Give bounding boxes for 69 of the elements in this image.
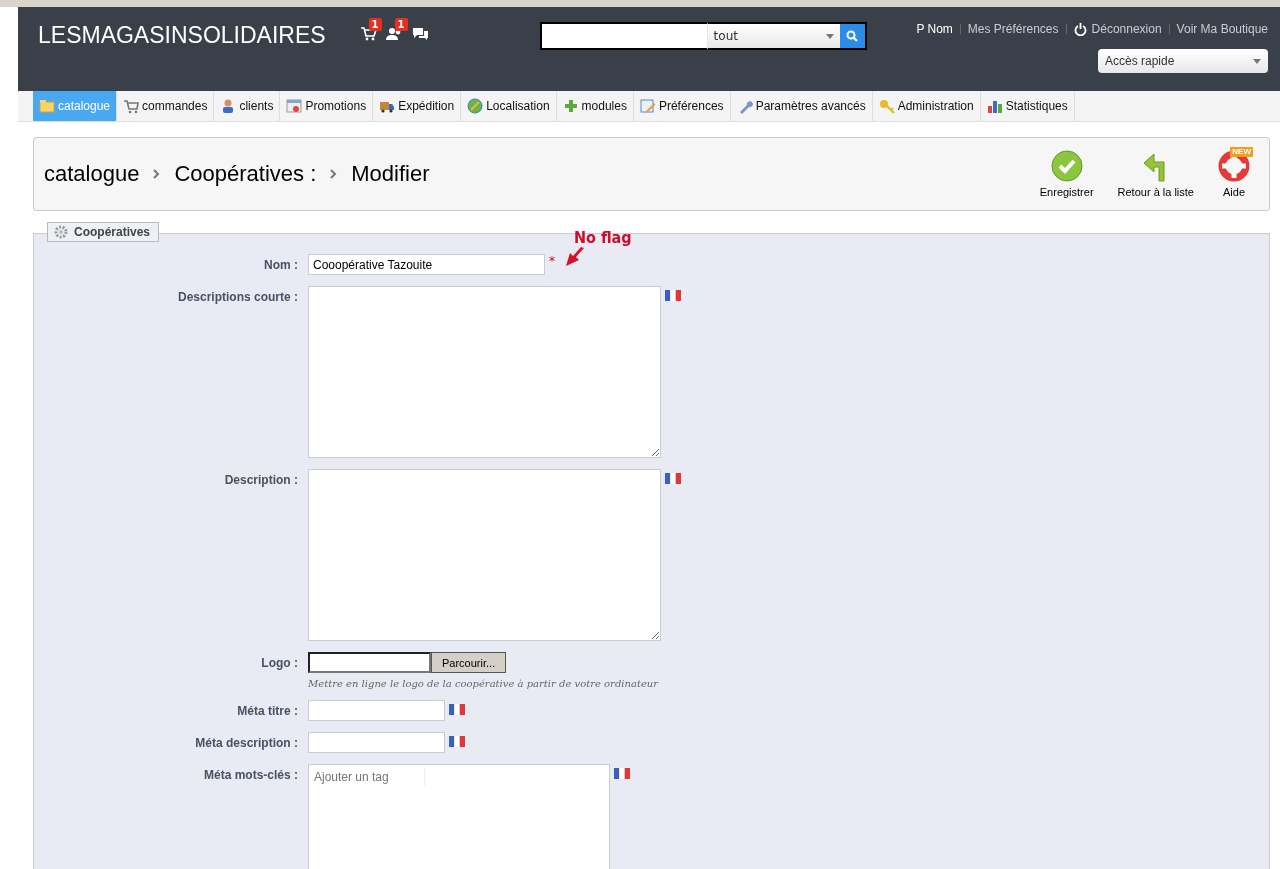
- menu-tab[interactable]: Localisation: [461, 91, 557, 121]
- annotation-text: No flag: [574, 228, 632, 247]
- menu-tab[interactable]: Préférences: [633, 91, 731, 121]
- menu-tab[interactable]: modules: [556, 91, 634, 121]
- menu-tab[interactable]: clients: [214, 91, 281, 121]
- count-badge: 1: [394, 18, 408, 31]
- field-label: Méta mots-clés :: [202, 767, 299, 782]
- pencil-icon: [639, 98, 656, 114]
- chat-icon[interactable]: [411, 27, 429, 41]
- flag-icon[interactable]: [449, 736, 465, 747]
- globe-icon: [467, 98, 484, 114]
- chevron-icon: [330, 169, 338, 179]
- folder-icon: [39, 98, 55, 114]
- header-link[interactable]: Mes Préférences: [967, 22, 1059, 36]
- flag-icon[interactable]: [449, 704, 465, 715]
- browse-button[interactable]: Parcourir...: [431, 652, 507, 673]
- puzzle-icon: [562, 98, 579, 114]
- bar-chart-icon: [986, 98, 1003, 114]
- toolbar-button[interactable]: NEW Aide: [1209, 150, 1259, 198]
- gear-icon: [54, 225, 68, 239]
- scope-dropdown[interactable]: tout: [707, 22, 840, 50]
- checkmark-icon: [1050, 150, 1083, 182]
- new-badge: NEW: [1230, 147, 1253, 157]
- card-icon: [286, 98, 303, 114]
- flag-icon[interactable]: [614, 768, 630, 779]
- cart-icon[interactable]: [359, 27, 377, 41]
- quick-access-dropdown[interactable]: Accès rapide: [1098, 49, 1268, 73]
- search-button[interactable]: [839, 22, 867, 50]
- search-icon: [846, 30, 859, 42]
- legend-text: Coopératives: [74, 225, 151, 239]
- breadcrumb-item[interactable]: Coopératives :: [174, 161, 317, 187]
- flag-icon[interactable]: [665, 473, 681, 484]
- breadcrumb-item[interactable]: catalogue: [44, 161, 140, 187]
- menu-tab[interactable]: commandes: [117, 91, 215, 121]
- field-label: Descriptions courte :: [176, 289, 299, 304]
- input-field[interactable]: [308, 732, 445, 753]
- key-icon: [878, 98, 895, 114]
- shop-name: LESMAGASINSOLIDAIRES: [38, 22, 326, 49]
- header-link[interactable]: Déconnexion: [1091, 22, 1162, 36]
- hint-text: Mettre en ligne le logo de la coopérative à partir de votre ordinateur: [308, 678, 659, 689]
- field-label: Logo :: [260, 655, 299, 670]
- field-label: Nom :: [263, 257, 299, 272]
- required-mark: *: [549, 254, 555, 268]
- chevron-icon: [153, 169, 161, 179]
- breadcrumb-item: Modifier: [351, 161, 430, 187]
- menu-tab[interactable]: Administration: [872, 91, 981, 121]
- menu-tab[interactable]: Expédition: [373, 91, 462, 121]
- users-icon[interactable]: [385, 27, 403, 41]
- menu-tab[interactable]: Statistiques: [980, 91, 1075, 121]
- cart-icon: [123, 98, 140, 114]
- header-link[interactable]: Voir Ma Boutique: [1176, 22, 1268, 36]
- toolbar-button[interactable]: Enregistrer: [1030, 150, 1103, 198]
- menu-tab[interactable]: Paramètres avancés: [730, 91, 873, 121]
- power-icon[interactable]: [1073, 22, 1087, 36]
- lifebuoy-icon: [1218, 150, 1250, 182]
- toolbar-button[interactable]: Retour à la liste: [1108, 150, 1203, 198]
- count-badge: 1: [368, 18, 382, 31]
- tags-field[interactable]: Ajouter un tag: [308, 764, 610, 869]
- field-label: Méta titre :: [236, 703, 299, 718]
- annotation-arrow: [564, 246, 586, 268]
- search-field[interactable]: [539, 22, 708, 50]
- file-field[interactable]: [308, 652, 431, 673]
- flag-icon[interactable]: [665, 290, 681, 301]
- field-label: Description :: [223, 472, 299, 487]
- field-label: Méta description :: [194, 735, 299, 750]
- input-field[interactable]: [308, 700, 445, 721]
- name-field[interactable]: Cooopérative Tazouite: [308, 254, 545, 275]
- user-name[interactable]: P Nom: [916, 22, 953, 36]
- menu-tab[interactable]: Promotions: [280, 91, 374, 121]
